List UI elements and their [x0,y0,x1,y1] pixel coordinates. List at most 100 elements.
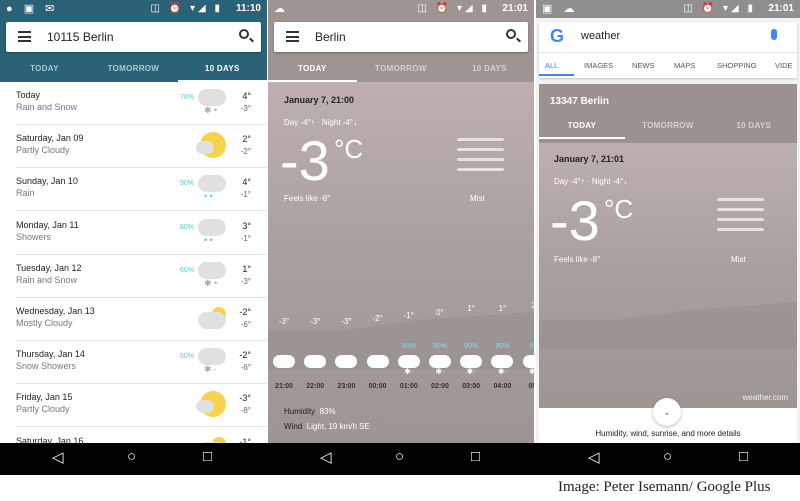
day-condition: Rain [16,188,35,199]
source-link[interactable]: weather.com [743,393,788,402]
hour-time: 23:00 [337,383,356,390]
day-condition: Showers [16,231,52,242]
back-button[interactable]: ◁ [588,448,600,466]
system-icons: ◫ ⏰ ▾◢ ▮ [417,3,490,14]
day-name: Today [16,90,41,100]
feels-like: Feels like -8° [554,255,601,264]
day-row: Friday, Jan 15 Partly Cloudy -3° -8° [16,384,267,428]
active-tab-indicator [539,74,574,76]
hour-temp: 0° [436,308,444,317]
precip-chance: 60% [180,353,195,361]
cloud-icon [335,355,358,368]
day-name: Saturday, Jan 09 [16,133,84,144]
home-button[interactable]: ○ [395,448,404,465]
day-row: Sunday, Jan 10 Rain 90% 4° -1° • • [16,168,267,212]
snow-icon: ✱· [466,367,476,376]
precip-chance: 70% [180,94,195,101]
cloud-icon [366,355,389,368]
day-row: Tuesday, Jan 12 Rain and Snow 60% 1° -3° ✱ • [16,255,267,298]
search-icon[interactable] [506,29,516,39]
location-input[interactable]: 10115 Berlin [47,30,114,44]
temp-trend-area [539,302,797,350]
divider [539,52,797,53]
day-condition: Rain and Snow [16,102,78,112]
tab-today[interactable]: TODAY [268,58,357,82]
image-caption: Image: Peter Isemann/ Google Plus [558,479,771,495]
weather-app-10days: ● ▣ ✉ ◫ ⏰ ▾◢ ▮ 11:10 10115 Berlin TODAY … [0,0,267,443]
recent-button[interactable]: □ [739,448,748,465]
hour-precip: 90% [464,343,479,350]
home-button[interactable]: ○ [663,448,672,465]
back-button[interactable]: ◁ [320,448,332,466]
hour-time: 04:00 [493,383,512,390]
google-search-weather: ▣ ☁ ◫ ⏰ ▾◢ ▮ 21:01 G weather ALL IMAGES NE… [536,0,800,443]
low-temp: -8° [240,406,251,416]
wind-label: Wind [284,422,303,431]
tab-bar: TODAY TOMORROW 10 DAYS [539,115,797,139]
temp-unit: °C [604,194,634,224]
high-temp: 2° [242,134,251,145]
precip-symbols: ✱ · [204,364,218,375]
tab-today[interactable]: TODAY [0,58,89,82]
microphone-icon[interactable] [771,29,777,40]
search-bar[interactable]: Berlin [274,22,528,52]
mist-icon [717,198,764,238]
tab-tomorrow[interactable]: TOMORROW [89,58,178,82]
menu-icon[interactable] [18,31,31,42]
search-tab-vide[interactable]: VIDE [775,61,793,70]
low-temp: -6° [240,363,251,373]
hour-temp: 1° [467,304,476,313]
feels-like: Feels like -8° [284,194,331,203]
search-tab-images[interactable]: IMAGES [584,61,613,70]
recent-button[interactable]: □ [471,448,480,465]
search-input[interactable]: weather [581,30,620,42]
search-bar[interactable]: 10115 Berlin [6,22,261,52]
day-row: Thursday, Jan 14 Snow Showers 60% -2° -6° ✱ · [16,341,267,385]
search-tab-maps[interactable]: MAPS [674,61,695,70]
status-bar: ● ▣ ✉ ◫ ⏰ ▾◢ ▮ 11:10 [0,0,267,18]
search-tab-news[interactable]: NEWS [632,61,655,70]
search-tab-all[interactable]: ALL [545,61,558,70]
tab-10-days[interactable]: 10 DAYS [711,115,797,139]
expand-chevron-icon[interactable]: ⌄ [653,398,681,426]
more-details-link[interactable]: Humidity, wind, sunrise, and more detail… [536,429,800,438]
condition: Mist [731,255,746,264]
tab-10-days[interactable]: 10 DAYS [445,58,534,82]
partly-cloudy-icon [196,389,228,419]
current-temp: -3 [550,189,600,252]
current-temp: -3 [280,129,330,192]
precip-chance: 90% [180,180,195,188]
tab-10-days[interactable]: 10 DAYS [177,58,267,82]
day-condition: Snow Showers [16,361,77,372]
status-bar: ☁ ◫ ⏰ ▾◢ ▮ 21:01 [268,0,534,18]
back-button[interactable]: ◁ [52,448,64,466]
menu-icon[interactable] [286,31,299,42]
hour-time: 00:00 [368,383,387,390]
low-temp: -3° [240,104,251,113]
tab-tomorrow[interactable]: TOMORROW [357,58,446,82]
precip-chance: 60% [180,266,195,274]
tab-tomorrow[interactable]: TOMORROW [625,115,711,139]
day-name: Friday, Jan 15 [16,392,73,403]
recent-button[interactable]: □ [203,448,212,465]
low-temp: -1° [240,190,251,200]
cloud-shape [196,141,214,155]
home-button[interactable]: ○ [127,448,136,465]
search-icon[interactable] [239,29,249,39]
high-temp: -2° [239,307,251,317]
day-row: Wednesday, Jan 13 Mostly Cloudy -2° -6° [16,298,267,341]
cloud-shape [196,400,214,414]
location-input[interactable]: Berlin [315,30,346,44]
rain-icon: • • [198,217,228,247]
day-night-temps: Day -4°↑ · Night -4°↓ [554,177,628,186]
search-tab-shopping[interactable]: SHOPPING [717,61,757,70]
date-time: January 7, 21:01 [554,154,625,164]
hour-temp: 1° [498,304,507,313]
cloud-icon [304,355,327,368]
wind-row: Wind Light, 19 km/h SE [284,422,370,431]
cloud-shape [198,89,226,106]
high-temp: -3° [239,393,251,404]
day-name: Sunday, Jan 10 [16,176,78,187]
tab-today[interactable]: TODAY [539,115,625,139]
hour-temp: -3° [341,317,352,326]
